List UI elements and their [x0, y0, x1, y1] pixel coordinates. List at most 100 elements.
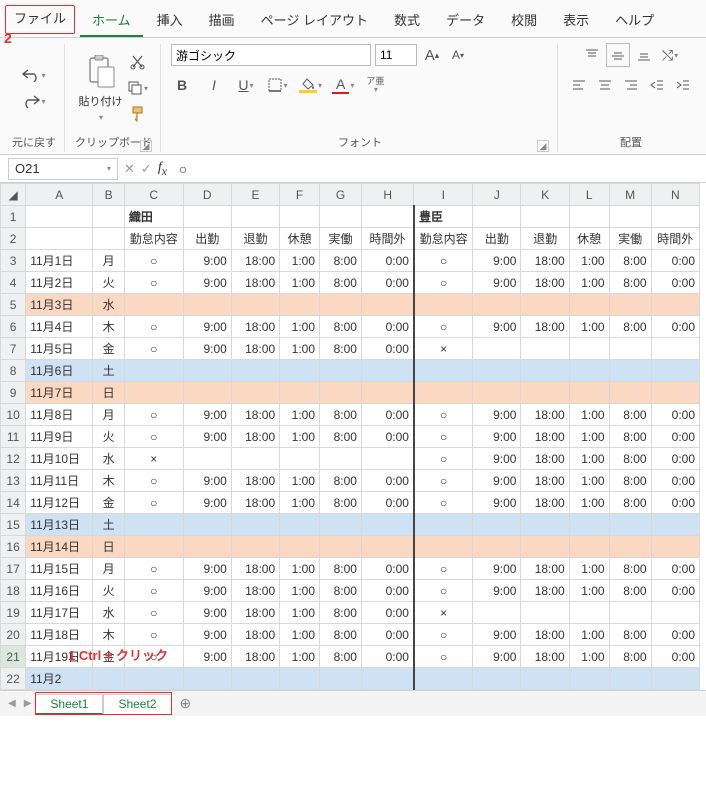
data-cell[interactable]: 11月9日: [26, 426, 93, 448]
col-header[interactable]: J: [473, 184, 521, 206]
data-cell[interactable]: ○: [124, 558, 183, 580]
data-cell[interactable]: [280, 360, 320, 382]
data-cell[interactable]: [320, 536, 362, 558]
data-cell[interactable]: [124, 514, 183, 536]
data-cell[interactable]: 1:00: [280, 558, 320, 580]
data-cell[interactable]: 11月12日: [26, 492, 93, 514]
data-cell[interactable]: 8:00: [320, 624, 362, 646]
data-cell[interactable]: 0:00: [361, 272, 413, 294]
data-cell[interactable]: 9:00: [473, 580, 521, 602]
data-cell[interactable]: 月: [93, 250, 124, 272]
data-cell[interactable]: 1:00: [280, 646, 320, 668]
font-color-button[interactable]: A▾: [332, 74, 354, 96]
data-cell[interactable]: [569, 382, 609, 404]
format-painter-button[interactable]: [127, 103, 149, 125]
data-cell[interactable]: 0:00: [651, 646, 699, 668]
data-cell[interactable]: [651, 338, 699, 360]
row-header[interactable]: 9: [1, 382, 26, 404]
decrease-font-button[interactable]: A▾: [447, 44, 469, 66]
data-cell[interactable]: 18:00: [231, 558, 279, 580]
data-cell[interactable]: 0:00: [361, 646, 413, 668]
data-cell[interactable]: [280, 294, 320, 316]
data-cell[interactable]: 1:00: [569, 404, 609, 426]
data-cell[interactable]: [414, 294, 473, 316]
data-cell[interactable]: ○: [124, 338, 183, 360]
data-cell[interactable]: 8:00: [609, 426, 651, 448]
data-cell[interactable]: 1:00: [280, 580, 320, 602]
data-cell[interactable]: 11月11日: [26, 470, 93, 492]
data-cell[interactable]: [569, 294, 609, 316]
data-cell[interactable]: [609, 668, 651, 690]
row-header[interactable]: 3: [1, 250, 26, 272]
col-header[interactable]: A: [26, 184, 93, 206]
data-cell[interactable]: ○: [414, 316, 473, 338]
data-cell[interactable]: 出勤: [183, 228, 231, 250]
data-cell[interactable]: 8:00: [609, 624, 651, 646]
data-cell[interactable]: 11月10日: [26, 448, 93, 470]
data-cell[interactable]: ○: [414, 404, 473, 426]
data-cell[interactable]: 休憩: [280, 228, 320, 250]
data-cell[interactable]: 1:00: [280, 602, 320, 624]
data-cell[interactable]: 8:00: [320, 580, 362, 602]
data-cell[interactable]: 時間外: [361, 228, 413, 250]
row-header[interactable]: 18: [1, 580, 26, 602]
add-sheet-button[interactable]: ⊕: [180, 695, 192, 712]
data-cell[interactable]: 0:00: [361, 250, 413, 272]
data-cell[interactable]: 出勤: [473, 228, 521, 250]
data-cell[interactable]: ○: [414, 624, 473, 646]
data-cell[interactable]: [320, 448, 362, 470]
data-cell[interactable]: 退勤: [231, 228, 279, 250]
data-cell[interactable]: 勤怠内容: [124, 228, 183, 250]
data-cell[interactable]: [609, 602, 651, 624]
row-header[interactable]: 19: [1, 602, 26, 624]
fill-color-button[interactable]: ▾: [299, 74, 322, 96]
data-cell[interactable]: 1:00: [569, 492, 609, 514]
data-cell[interactable]: [569, 514, 609, 536]
data-cell[interactable]: 8:00: [609, 250, 651, 272]
data-cell[interactable]: [183, 514, 231, 536]
data-cell[interactable]: 0:00: [651, 250, 699, 272]
data-cell[interactable]: ○: [414, 558, 473, 580]
data-cell[interactable]: [280, 382, 320, 404]
menu-item-7[interactable]: 校閲: [499, 4, 549, 37]
data-cell[interactable]: 9:00: [183, 338, 231, 360]
decrease-indent-button[interactable]: [646, 74, 668, 96]
row-header[interactable]: 17: [1, 558, 26, 580]
row-header[interactable]: 14: [1, 492, 26, 514]
col-header[interactable]: K: [521, 184, 569, 206]
data-cell[interactable]: ×: [124, 448, 183, 470]
data-cell[interactable]: [231, 536, 279, 558]
data-cell[interactable]: ○: [414, 492, 473, 514]
data-cell[interactable]: 時間外: [651, 228, 699, 250]
menu-item-4[interactable]: ページ レイアウト: [249, 4, 380, 37]
data-cell[interactable]: [231, 448, 279, 470]
data-cell[interactable]: [473, 602, 521, 624]
fx-icon[interactable]: fx: [158, 160, 167, 178]
data-cell[interactable]: 18:00: [231, 272, 279, 294]
data-cell[interactable]: 1:00: [569, 558, 609, 580]
col-header[interactable]: M: [609, 184, 651, 206]
data-cell[interactable]: 8:00: [609, 470, 651, 492]
data-cell[interactable]: ○: [124, 316, 183, 338]
data-cell[interactable]: 土: [93, 514, 124, 536]
data-cell[interactable]: 0:00: [361, 624, 413, 646]
italic-button[interactable]: I: [203, 74, 225, 96]
data-cell[interactable]: ○: [414, 250, 473, 272]
data-cell[interactable]: 18:00: [231, 404, 279, 426]
menu-item-2[interactable]: 挿入: [145, 4, 195, 37]
confirm-edit-icon[interactable]: ✓: [141, 161, 152, 177]
data-cell[interactable]: 8:00: [320, 646, 362, 668]
data-cell[interactable]: [521, 360, 569, 382]
data-cell[interactable]: 実働: [320, 228, 362, 250]
data-cell[interactable]: 0:00: [651, 426, 699, 448]
data-cell[interactable]: ○: [414, 470, 473, 492]
data-cell[interactable]: 11月1日: [26, 250, 93, 272]
row-header[interactable]: 11: [1, 426, 26, 448]
data-cell[interactable]: ×: [414, 338, 473, 360]
data-cell[interactable]: 9:00: [183, 272, 231, 294]
data-cell[interactable]: 休憩: [569, 228, 609, 250]
undo-button[interactable]: ▾: [22, 64, 45, 86]
menu-item-0[interactable]: ファイル: [6, 6, 74, 33]
phonetic-button[interactable]: ア亜▾: [364, 74, 386, 96]
orientation-button[interactable]: ⤭▾: [659, 44, 681, 66]
